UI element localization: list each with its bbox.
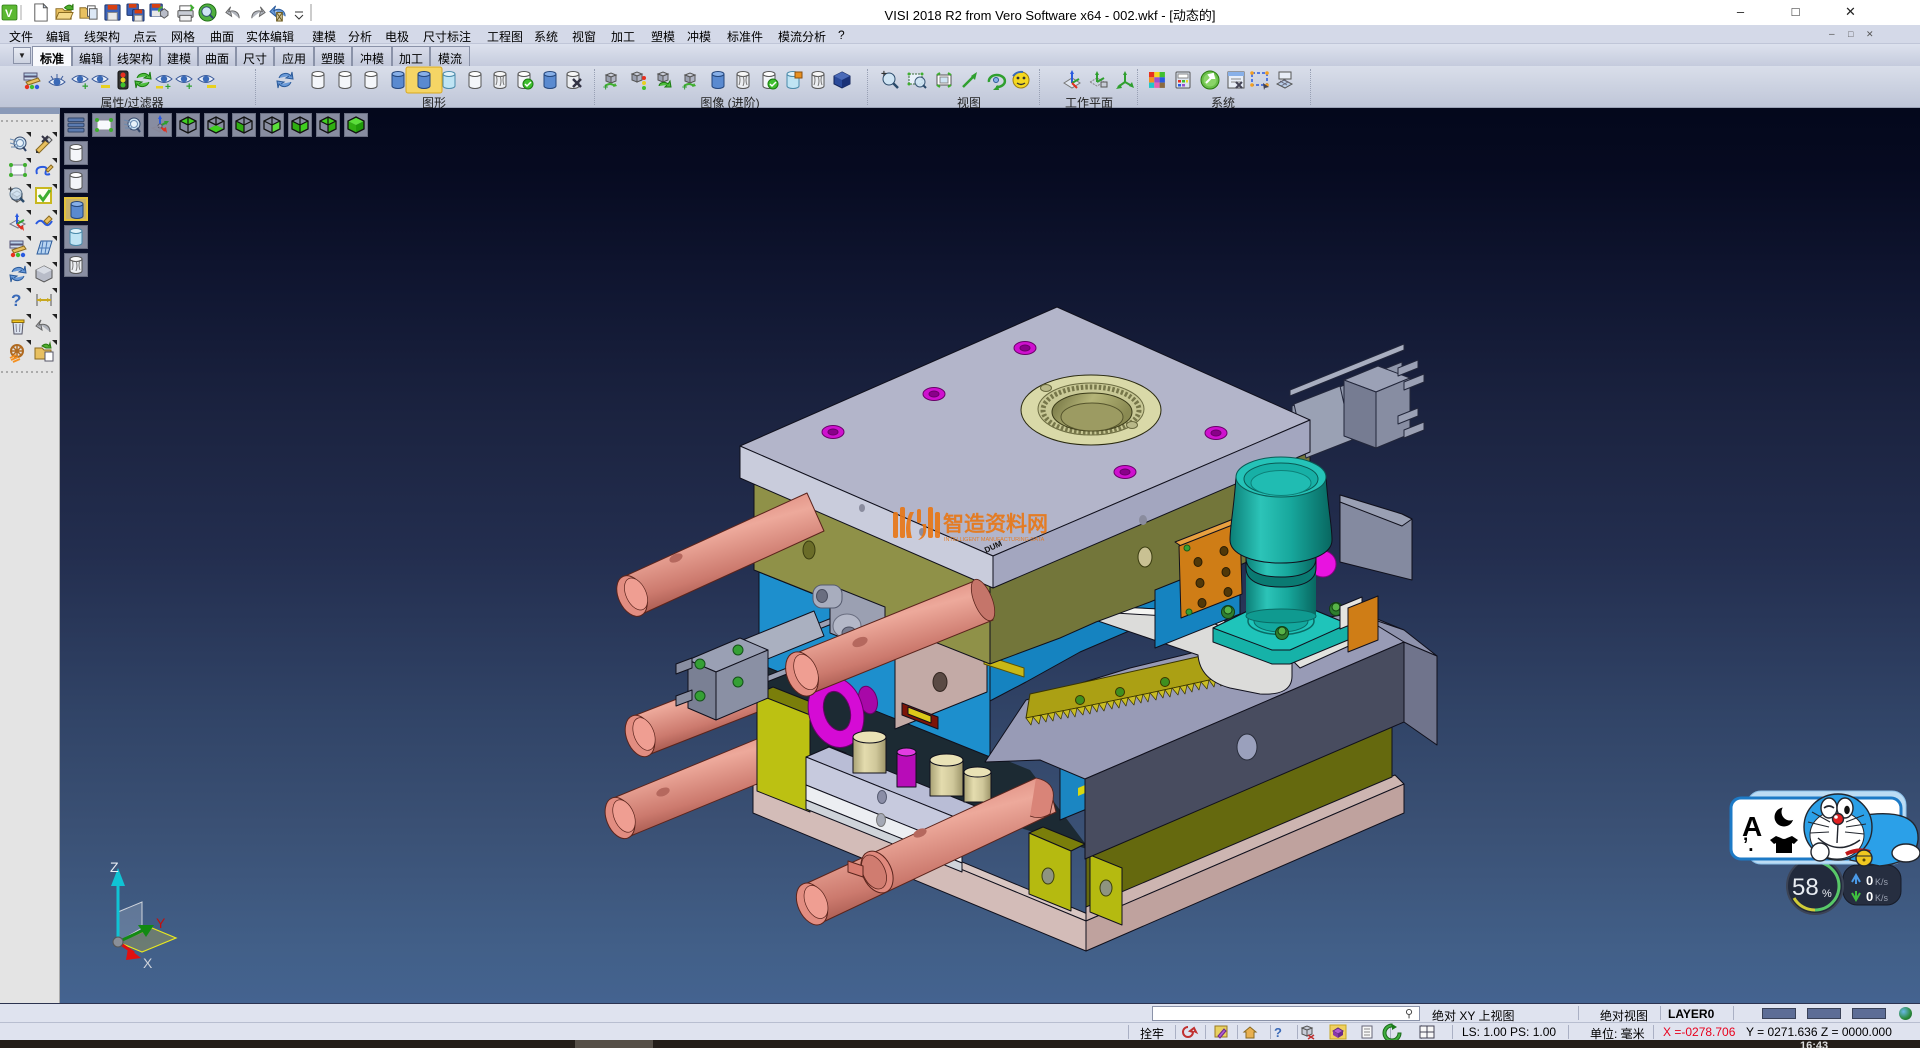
svg-text:K/s: K/s — [1875, 893, 1889, 903]
svg-text:%: % — [1822, 888, 1832, 900]
svg-text:V: V — [5, 8, 13, 20]
svg-text:+: + — [186, 81, 192, 93]
svg-text:’.: ’. — [1743, 835, 1754, 856]
svg-text:+: + — [603, 82, 608, 92]
svg-text:+: + — [82, 81, 88, 93]
svg-text:智造资料网: 智造资料网 — [943, 512, 1048, 536]
svg-text:K/s: K/s — [1875, 877, 1889, 887]
svg-text:+: + — [881, 69, 887, 80]
svg-text:Y: Y — [156, 915, 166, 931]
svg-text:?: ? — [11, 291, 21, 310]
svg-text:X: X — [143, 955, 153, 971]
svg-text:+: + — [8, 184, 13, 194]
svg-text:0: 0 — [1866, 873, 1873, 888]
svg-text:+: + — [682, 82, 687, 92]
svg-text:?: ? — [1274, 1025, 1282, 1040]
svg-text:0: 0 — [1866, 889, 1873, 904]
svg-text:58: 58 — [1792, 874, 1819, 901]
svg-text:+: + — [165, 82, 171, 93]
svg-text:Z: Z — [110, 859, 119, 875]
